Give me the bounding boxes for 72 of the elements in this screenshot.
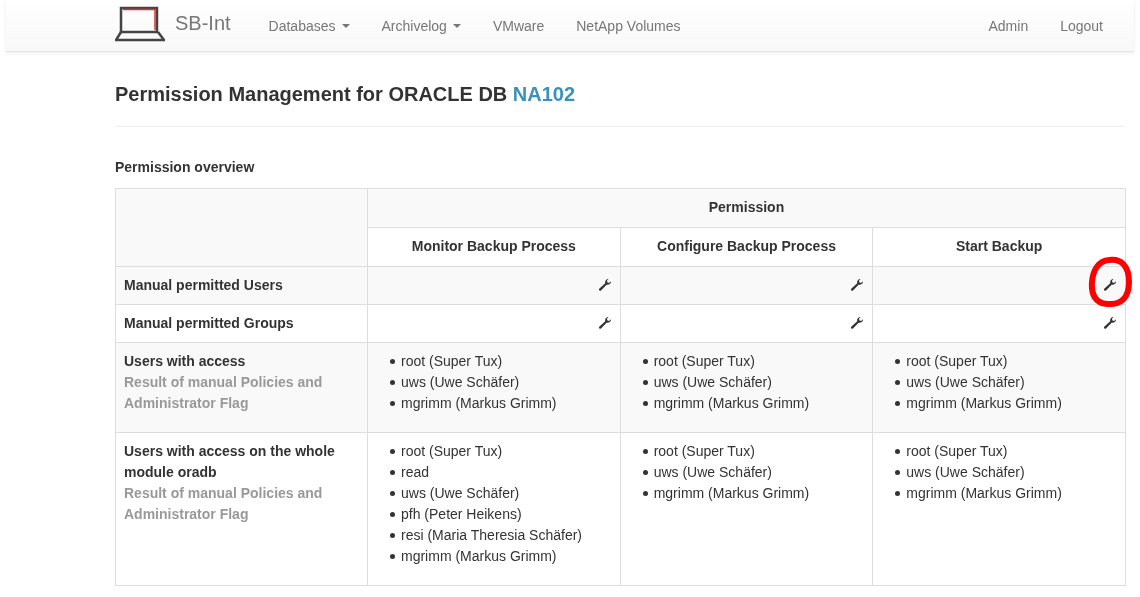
brand-link[interactable]: SB-Int [115,5,231,42]
wrench-icon[interactable] [1103,278,1117,292]
user-entry: resi (Maria Theresia Schäfer) [401,526,583,545]
wrench-icon[interactable] [1103,316,1117,330]
bullet-icon [642,491,648,496]
caret-icon [341,23,350,28]
bullet-icon [390,449,395,454]
brand-name: SB-Int [175,12,231,35]
column-header: Configure Backup Process [620,227,873,267]
user-entry: root (Super Tux) [653,352,755,371]
column-header: Monitor Backup Process [367,227,621,267]
bullet-icon [895,401,901,406]
user-entry: mgrimm (Markus Grimm) [653,484,810,503]
user-entry: uws (Uwe Schäfer) [401,484,520,503]
bullet-icon [642,401,648,406]
user-entry: mgrimm (Markus Grimm) [401,394,557,413]
bullet-icon [390,359,395,364]
user-entry: root (Super Tux) [906,442,1008,461]
page-title: Permission Management for ORACLE DB NA102 [115,82,577,106]
column-header: Start Backup [872,227,1126,267]
user-entry: mgrimm (Markus Grimm) [653,394,810,413]
bullet-icon [642,380,648,385]
row-label: Manual permitted Users [124,276,284,295]
bullet-icon [895,359,901,364]
bullet-icon [642,359,648,364]
user-entry: pfh (Peter Heikens) [401,505,522,524]
user-entry: read [401,463,430,482]
user-entry: mgrimm (Markus Grimm) [906,394,1062,413]
user-entry: uws (Uwe Schäfer) [401,373,520,392]
laptop-icon [115,5,165,42]
bullet-icon [390,491,395,496]
row-label: Users with access [124,352,247,371]
bullet-icon [895,470,901,475]
nav-menu-item[interactable]: VMware [476,17,561,34]
bullet-icon [642,470,648,475]
bullet-icon [390,470,395,475]
user-entry: root (Super Tux) [401,352,503,371]
user-entry: root (Super Tux) [906,352,1008,371]
user-entry: mgrimm (Markus Grimm) [906,484,1062,503]
bullet-icon [642,449,648,454]
wrench-icon[interactable] [597,278,612,292]
bullet-icon [390,533,395,538]
user-entry: uws (Uwe Schäfer) [906,373,1025,392]
nav-menu-item[interactable]: Archivelog [365,17,477,34]
bullet-icon [895,491,901,496]
nav-link[interactable]: Logout [1044,17,1119,34]
database-link[interactable]: NA102 [512,83,576,105]
nav-menu-item[interactable]: NetApp Volumes [560,17,697,34]
user-entry: root (Super Tux) [653,442,755,461]
user-entry: mgrimm (Markus Grimm) [401,547,557,566]
bullet-icon [390,401,395,406]
nav-menu-item[interactable]: Databases [252,17,366,34]
row-label: Manual permitted Groups [124,314,295,333]
wrench-icon[interactable] [850,316,865,330]
row-label: Users with access on the whole module oradb [124,442,336,482]
row-note: Result of manual Policies and Administrator Flag [124,373,324,413]
row-note: Result of manual Policies and Administrator Flag [124,484,324,524]
user-entry: uws (Uwe Schäfer) [906,463,1025,482]
bullet-icon [895,449,901,454]
wrench-icon[interactable] [597,316,612,330]
wrench-icon[interactable] [850,278,865,292]
user-entry: root (Super Tux) [401,442,503,461]
caret-icon [452,23,461,28]
bullet-icon [390,380,395,385]
bullet-icon [895,380,901,385]
column-header: Permission [367,188,1126,228]
bullet-icon [390,554,395,559]
section-heading: Permission overview [115,159,256,175]
user-entry: uws (Uwe Schäfer) [653,373,772,392]
nav-link[interactable]: Admin [972,17,1045,34]
bullet-icon [390,512,395,517]
user-entry: uws (Uwe Schäfer) [653,463,772,482]
